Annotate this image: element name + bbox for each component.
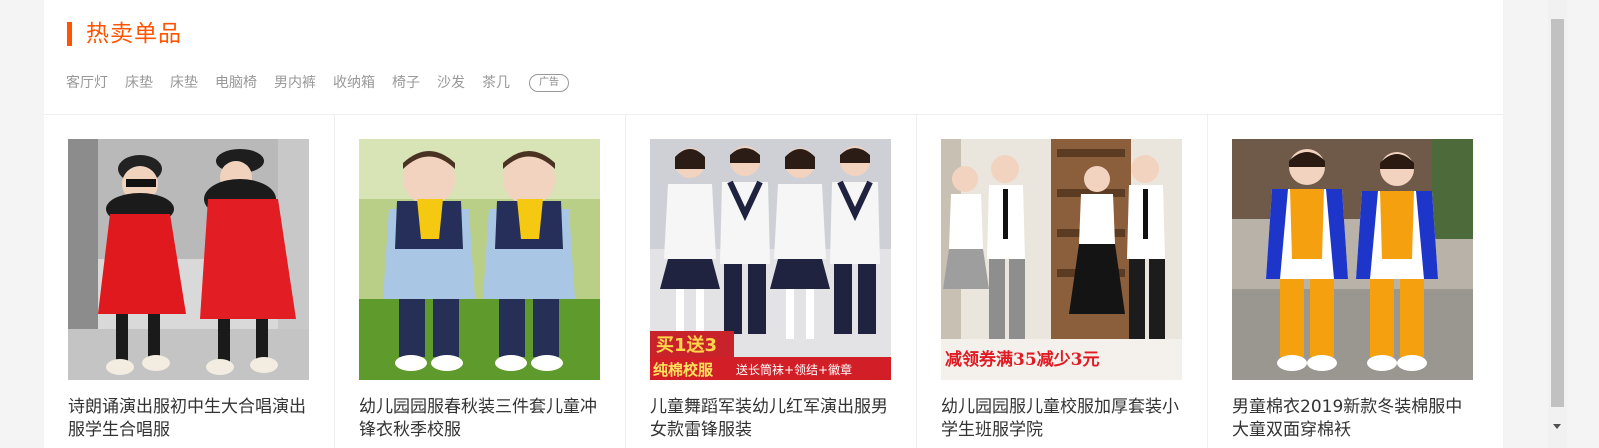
- product-image-kids-orange-tracksuit[interactable]: [1232, 139, 1473, 380]
- product-grid: 诗朗诵演出服初中生大合唱演出服学生合唱服 幼儿园园服春秋装三件套儿童冲锋衣秋季校…: [44, 115, 1503, 448]
- hot-products-panel: 热卖单品 客厅灯 床垫 床垫 电脑椅 男内裤 收纳箱 椅子 沙发 茶几 广告 诗…: [44, 0, 1503, 448]
- promo-right-text: 送长筒袜+领结+徽章: [736, 362, 852, 377]
- product-card[interactable]: 男童棉衣2019新款冬装棉服中大童双面穿棉袄: [1208, 115, 1503, 448]
- tag-storage-box[interactable]: 收纳箱: [333, 71, 375, 95]
- tag-list: 客厅灯 床垫 床垫 电脑椅 男内裤 收纳箱 椅子 沙发 茶几 广告: [66, 71, 569, 95]
- scroll-down-arrow-icon[interactable]: [1553, 424, 1561, 429]
- tag-coffee-table[interactable]: 茶几: [482, 71, 510, 95]
- product-name[interactable]: 男童棉衣2019新款冬装棉服中大童双面穿棉袄: [1232, 396, 1477, 442]
- section-title: 热卖单品: [86, 21, 182, 47]
- tag-sofa[interactable]: 沙发: [437, 71, 465, 95]
- ad-badge: 广告: [529, 74, 569, 92]
- promo-top-text: 买1送3: [656, 334, 717, 356]
- product-image-students-shirt-tie[interactable]: 减领券满35减少3元: [941, 139, 1182, 380]
- vertical-scrollbar[interactable]: [1548, 0, 1567, 448]
- product-card[interactable]: 买1送3 纯棉校服 送长筒袜+领结+徽章 儿童舞蹈军装幼儿红军演出服男女款雷锋服…: [626, 115, 917, 448]
- product-name[interactable]: 幼儿园园服春秋装三件套儿童冲锋衣秋季校服: [359, 396, 604, 442]
- product-card[interactable]: 减领券满35减少3元 幼儿园园服儿童校服加厚套装小学生班服学院: [917, 115, 1208, 448]
- tag-chair[interactable]: 椅子: [392, 71, 420, 95]
- product-name[interactable]: 幼儿园园服儿童校服加厚套装小学生班服学院: [941, 396, 1186, 442]
- product-card[interactable]: 诗朗诵演出服初中生大合唱演出服学生合唱服: [44, 115, 335, 448]
- tag-living-room-lamp[interactable]: 客厅灯: [66, 71, 108, 95]
- product-image-kids-red-coats[interactable]: [68, 139, 309, 380]
- tag-computer-chair[interactable]: 电脑椅: [215, 71, 257, 95]
- tag-mattress[interactable]: 床垫: [125, 71, 153, 95]
- tag-mens-underwear[interactable]: 男内裤: [274, 71, 316, 95]
- promo-left-text: 纯棉校服: [653, 361, 714, 379]
- product-name[interactable]: 儿童舞蹈军装幼儿红军演出服男女款雷锋服装: [650, 396, 895, 442]
- scrollbar-thumb[interactable]: [1551, 19, 1564, 407]
- title-accent-bar: [67, 22, 72, 46]
- product-image-kids-windbreaker[interactable]: [359, 139, 600, 380]
- product-image-school-uniform[interactable]: 买1送3 纯棉校服 送长筒袜+领结+徽章: [650, 139, 891, 380]
- product-name[interactable]: 诗朗诵演出服初中生大合唱演出服学生合唱服: [68, 396, 313, 442]
- product-card[interactable]: 幼儿园园服春秋装三件套儿童冲锋衣秋季校服: [335, 115, 626, 448]
- section-header: 热卖单品 客厅灯 床垫 床垫 电脑椅 男内裤 收纳箱 椅子 沙发 茶几 广告: [44, 0, 1503, 115]
- promo-text: 减领券满35减少3元: [945, 349, 1100, 370]
- tag-mattress-2[interactable]: 床垫: [170, 71, 198, 95]
